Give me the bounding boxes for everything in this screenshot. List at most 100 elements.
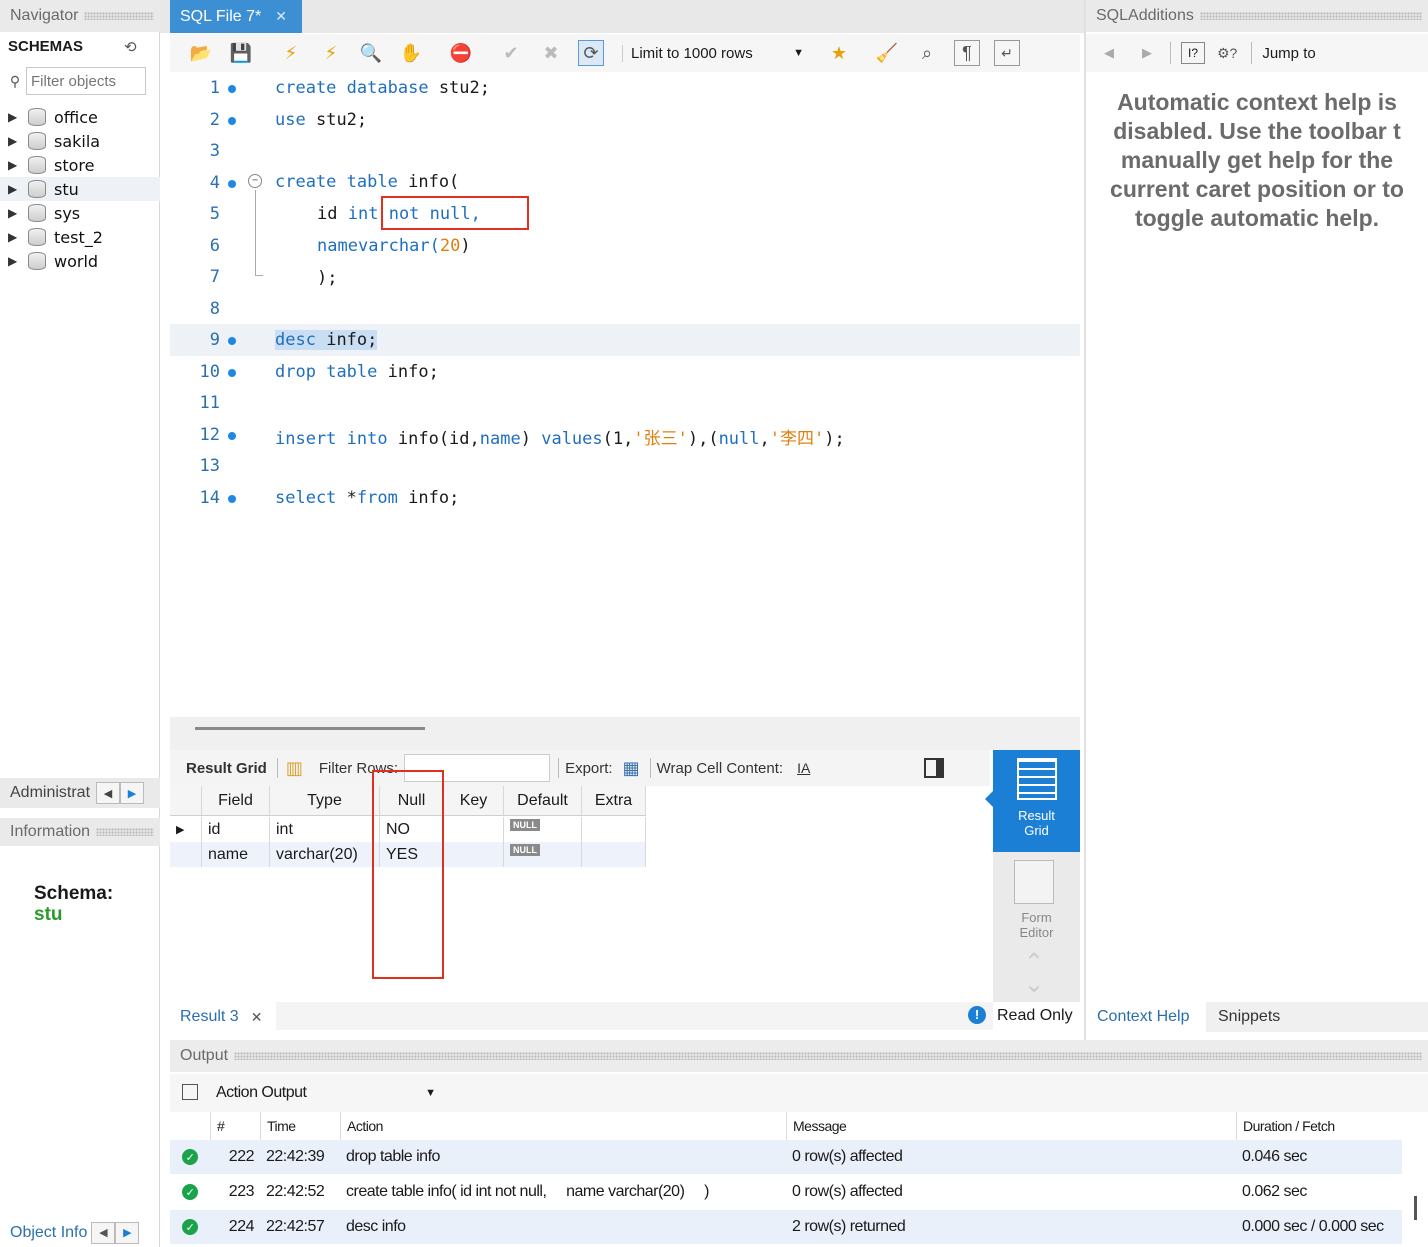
separator [558, 758, 560, 778]
expand-arrow-icon[interactable]: ▶ [8, 182, 22, 196]
invisible-chars-icon[interactable]: ¶ [954, 40, 980, 66]
schema-item[interactable]: ▶ test_2 [8, 225, 103, 249]
forward-icon[interactable]: ▶ [1142, 45, 1152, 61]
close-icon[interactable]: ✕ [275, 8, 287, 25]
schema-item[interactable]: ▶ store [8, 153, 94, 177]
output-column-header[interactable]: # [210, 1112, 260, 1140]
execute-current-icon[interactable]: ⚡ [318, 40, 344, 66]
word-wrap-icon[interactable]: ↵ [994, 40, 1020, 66]
schema-item[interactable]: ▶ stu [0, 177, 160, 201]
scroll-down-icon[interactable]: ⌄ [1024, 970, 1044, 999]
tab-context-help[interactable]: Context Help [1086, 1002, 1206, 1032]
close-icon[interactable]: ✕ [251, 1009, 263, 1026]
grid-column-header[interactable]: Default [504, 786, 582, 816]
row-marker[interactable]: ▶ [170, 817, 202, 842]
toggle-sidebar-icon[interactable] [924, 758, 945, 778]
code-line-12: insert into info(id,name) values(1,'张三')… [275, 429, 845, 449]
grid-column-header[interactable]: Type [270, 786, 380, 816]
output-row[interactable]: ✓ 223 22:42:52 create table info( id int no… [170, 1175, 1402, 1209]
success-icon: ✓ [182, 1149, 198, 1165]
row-marker[interactable] [170, 842, 202, 867]
find-icon[interactable]: ⌕ [914, 40, 940, 66]
grid-icon[interactable]: ▥ [286, 758, 303, 779]
code-line-10: drop table info; [275, 362, 439, 382]
grid-cell[interactable]: NULL [504, 817, 582, 842]
output-cell: create table info( id int not null, name… [346, 1183, 709, 1200]
grid-cell[interactable]: NULL [504, 842, 582, 867]
grid-cell[interactable]: varchar(20) [270, 842, 380, 867]
filter-objects-input[interactable] [26, 67, 146, 95]
expand-arrow-icon[interactable]: ▶ [8, 158, 22, 172]
grid-cell[interactable]: id [202, 817, 270, 842]
output-column-header[interactable]: Message [786, 1112, 1236, 1140]
switch-right-icon[interactable]: ▶ [120, 782, 145, 804]
jump-to-label[interactable]: Jump to [1262, 45, 1315, 62]
refresh-icon[interactable]: ⟲ [124, 38, 137, 56]
save-icon[interactable]: 💾 [228, 40, 254, 66]
grid-cell[interactable]: name [202, 842, 270, 867]
sql-additions-title: SQLAdditions [1096, 7, 1194, 24]
auto-help-icon[interactable]: ⚙? [1217, 45, 1237, 62]
horizontal-scrollbar[interactable] [195, 727, 425, 730]
fold-icon[interactable]: − [248, 174, 262, 188]
output-row[interactable]: ✓ 222 22:42:39 drop table info 0 row(s) affe… [170, 1140, 1402, 1174]
status-cell: ✓ [177, 1175, 203, 1209]
expand-arrow-icon[interactable]: ▶ [8, 134, 22, 148]
tab-snippets[interactable]: Snippets [1218, 1002, 1280, 1032]
line-number: 7 [209, 267, 220, 287]
header-grip [234, 1052, 1422, 1060]
beautify-icon[interactable]: 🧹 [874, 40, 900, 66]
output-row[interactable]: ✓ 224 22:42:57 desc info 2 row(s) returned 0.… [170, 1210, 1402, 1244]
form-editor-icon[interactable] [1014, 860, 1054, 904]
administration-tab[interactable]: Administrat ◀ ▶ [0, 778, 160, 808]
output-column-header[interactable]: Action [340, 1112, 786, 1140]
toggle-error-icon[interactable]: ⛔ [448, 40, 474, 66]
tab-sql-file[interactable]: SQL File 7* ✕ [170, 0, 302, 33]
execute-icon[interactable]: ⚡ [278, 40, 304, 66]
output-column-header[interactable]: Duration / Fetch [1236, 1112, 1402, 1140]
open-file-icon[interactable]: 📂 [188, 40, 214, 66]
add-snippet-icon[interactable]: ★ [826, 40, 852, 66]
autocommit-icon[interactable]: ⟳ [578, 40, 604, 66]
expand-arrow-icon[interactable]: ▶ [8, 206, 22, 220]
switch-left-icon[interactable]: ◀ [96, 782, 121, 804]
expand-arrow-icon[interactable]: ▶ [8, 230, 22, 244]
grid-cell[interactable] [582, 817, 646, 842]
expand-arrow-icon[interactable]: ▶ [8, 254, 22, 268]
switch-right-icon[interactable]: ▶ [115, 1221, 140, 1244]
copy-icon[interactable] [182, 1084, 198, 1100]
wrap-cell-icon[interactable]: IA [797, 760, 810, 776]
stop-icon[interactable]: ✋ [398, 40, 424, 66]
grid-cell[interactable] [444, 817, 504, 842]
schema-item[interactable]: ▶ world [8, 249, 98, 273]
code-line-2: use stu2; [275, 110, 368, 130]
schema-item[interactable]: ▶ sys [8, 201, 80, 225]
switch-left-icon[interactable]: ◀ [91, 1221, 116, 1244]
grid-column-header[interactable]: Key [444, 786, 504, 816]
explain-icon[interactable]: 🔍 [358, 40, 384, 66]
output-column-header[interactable]: Time [260, 1112, 340, 1140]
tab-result-grid[interactable]: Result Grid [993, 750, 1080, 852]
grid-cell[interactable] [444, 842, 504, 867]
export-icon[interactable]: ▦ [623, 758, 640, 779]
grid-cell[interactable] [582, 842, 646, 867]
limit-rows-select[interactable]: Limit to 1000 rows ▼ [622, 40, 804, 66]
grid-cell[interactable]: int [270, 817, 380, 842]
commit-icon[interactable]: ✔ [498, 40, 524, 66]
result-grid-label[interactable]: Result Grid [186, 760, 267, 777]
output-type-select[interactable]: Action Output ▼ [210, 1080, 436, 1106]
schema-item[interactable]: ▶ office [8, 105, 98, 129]
vertical-scrollbar[interactable] [1414, 1196, 1417, 1220]
schema-item[interactable]: ▶ sakila [8, 129, 100, 153]
rollback-icon[interactable]: ✖ [538, 40, 564, 66]
form-editor-tab[interactable]: Form Editor [993, 910, 1080, 940]
expand-arrow-icon[interactable]: ▶ [8, 110, 22, 124]
grid-column-header[interactable]: Extra [582, 786, 646, 816]
sql-editor[interactable]: 1 2 3 4 5 6 7 8 9 10 11 12 13 14 − create database st… [170, 72, 1080, 717]
grid-column-header[interactable]: Field [202, 786, 270, 816]
tab-result-3[interactable]: Result 3 ✕ [170, 1002, 276, 1032]
back-icon[interactable]: ◀ [1104, 45, 1114, 61]
object-info-tab[interactable]: Object Info ◀ ▶ [0, 1218, 160, 1247]
manual-help-icon[interactable]: I? [1181, 42, 1205, 64]
statement-marker-icon [228, 494, 236, 503]
